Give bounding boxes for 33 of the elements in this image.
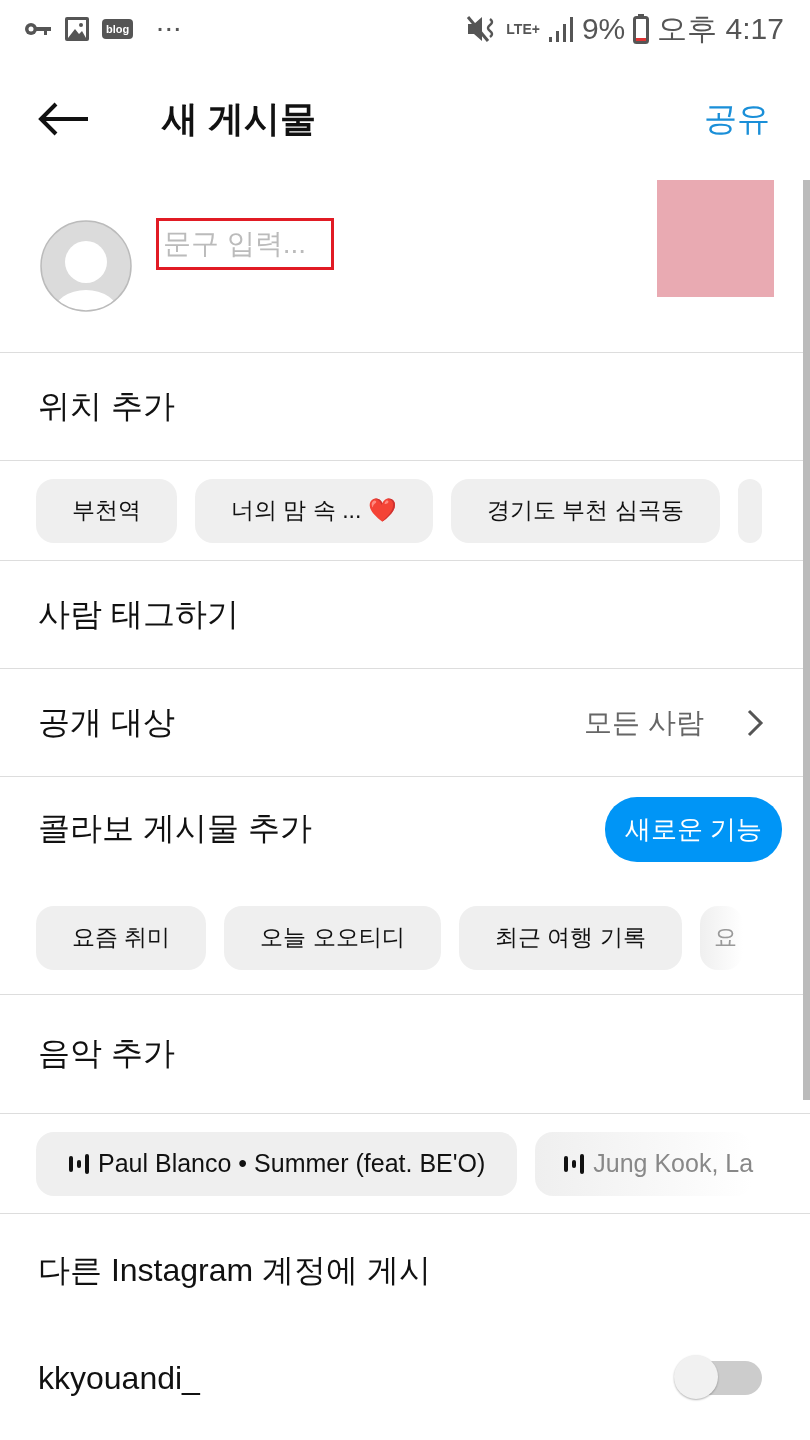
page-title: 새 게시물 [162,96,316,141]
signal-icon [547,15,574,43]
key-icon [24,21,52,37]
tag-people-option[interactable]: 사람 태그하기 [38,592,764,637]
image-icon [64,16,90,42]
collab-chip[interactable]: 오늘 오오티디 [224,905,441,970]
more-notifications: ··· [157,17,184,41]
other-accounts-heading: 다른 Instagram 계정에 게시 [38,1251,432,1290]
chevron-right-icon[interactable] [746,707,764,738]
network-type: LTE+ [506,21,540,37]
location-chip[interactable]: 경기도 부천 심곡동 [450,478,720,543]
audience-value: 모든 사람 [584,705,704,740]
audience-option[interactable]: 공개 대상 [38,700,569,745]
account-name: kkyouandi_ [38,1359,201,1397]
music-chip[interactable]: Paul Blanco • Summer (feat. BE'O) [36,1131,518,1196]
clock: 오후 4:17 [657,10,784,47]
add-location-option[interactable]: 위치 추가 [38,384,764,429]
collab-chip[interactable]: 최근 여행 기록 [458,905,682,970]
share-button[interactable]: 공유 [704,96,770,142]
add-music-option[interactable]: 음악 추가 [38,1032,764,1076]
audio-bars-icon [68,1152,90,1175]
location-chip[interactable]: 너의 맘 속 ... ❤ [195,478,433,543]
battery-percent: 9% [581,12,626,46]
blog-badge: blog [102,19,134,39]
audio-bars-icon [563,1152,586,1175]
back-arrow-icon[interactable] [38,101,90,137]
collab-chip[interactable]: 요즘 취미 [36,905,207,970]
location-chip[interactable]: 부천역 [36,478,177,543]
caption-field[interactable]: 문구 입력... [156,218,334,270]
battery-icon [633,14,650,44]
new-feature-badge: 새로운 기능 [604,796,782,862]
collab-option[interactable]: 콜라보 게시물 추가 [38,807,589,851]
avatar-icon [40,220,132,312]
